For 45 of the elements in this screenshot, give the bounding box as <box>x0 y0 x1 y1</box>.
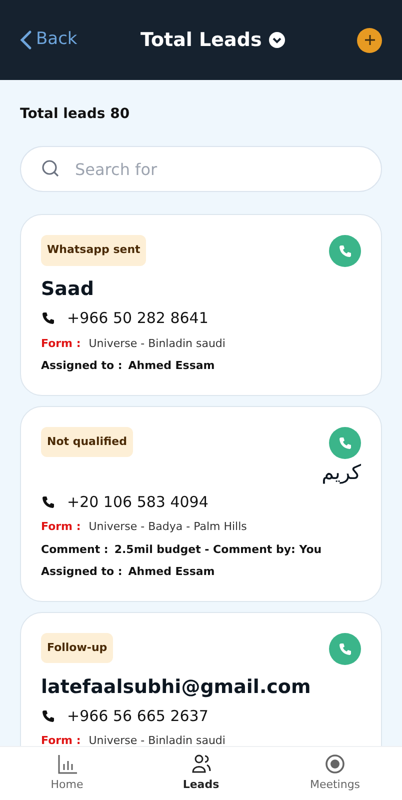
dropdown-icon[interactable] <box>268 31 286 49</box>
add-button[interactable] <box>357 28 382 52</box>
assigned-value: Ahmed Essam <box>128 358 215 374</box>
call-button[interactable] <box>329 632 361 664</box>
assigned-label: Assigned to : <box>41 564 122 580</box>
nav-tab[interactable]: Home <box>0 747 134 800</box>
form-label: Form : <box>41 733 81 746</box>
back-button[interactable]: Back <box>20 27 78 53</box>
form-label: Form : <box>41 336 81 352</box>
plus-icon <box>364 34 376 46</box>
comment-value: 2.5mil budget - Comment by: You <box>114 542 322 558</box>
lead-name: كريم <box>320 458 361 484</box>
form-value: Universe - Badya - Palm Hills <box>88 519 247 535</box>
phone-number: +20 106 583 4094 <box>67 492 208 512</box>
search-field[interactable]: Search for <box>20 146 382 192</box>
form-label: Form : <box>41 519 81 535</box>
form-value: Universe - Binladin saudi <box>88 733 226 746</box>
people-icon <box>190 753 212 776</box>
chevron-left-icon <box>20 30 32 50</box>
phone-icon <box>41 708 55 723</box>
phone-icon <box>41 311 55 326</box>
form-value: Universe - Binladin saudi <box>88 336 226 352</box>
bar-chart-icon <box>56 753 78 776</box>
lead-name: latefaalsubhi@gmail.com <box>41 674 312 698</box>
page-title: Total Leads <box>140 28 262 53</box>
total-leads-label: Total leads 80 <box>20 105 131 122</box>
assigned-label: Assigned to : <box>41 358 122 374</box>
nav-tab[interactable]: Meetings <box>268 747 402 800</box>
status-badge: Not qualified <box>41 426 134 457</box>
phone-icon <box>338 244 352 258</box>
status-badge: Whatsapp sent <box>41 235 146 266</box>
phone-number: +966 56 665 2637 <box>67 706 208 726</box>
status-badge: Follow-up <box>41 632 114 663</box>
comment-label: Comment : <box>41 542 108 558</box>
phone-number: +966 50 282 8641 <box>67 308 208 329</box>
lead-name: Saad <box>41 277 95 301</box>
phone-icon <box>41 494 55 509</box>
search-icon <box>41 159 61 179</box>
phone-icon <box>338 642 352 656</box>
call-button[interactable] <box>329 235 361 267</box>
assigned-value: Ahmed Essam <box>128 564 215 580</box>
phone-icon <box>338 436 352 450</box>
nav-tab[interactable]: Leads <box>134 747 268 800</box>
target-icon <box>324 753 346 776</box>
call-button[interactable] <box>329 426 361 458</box>
